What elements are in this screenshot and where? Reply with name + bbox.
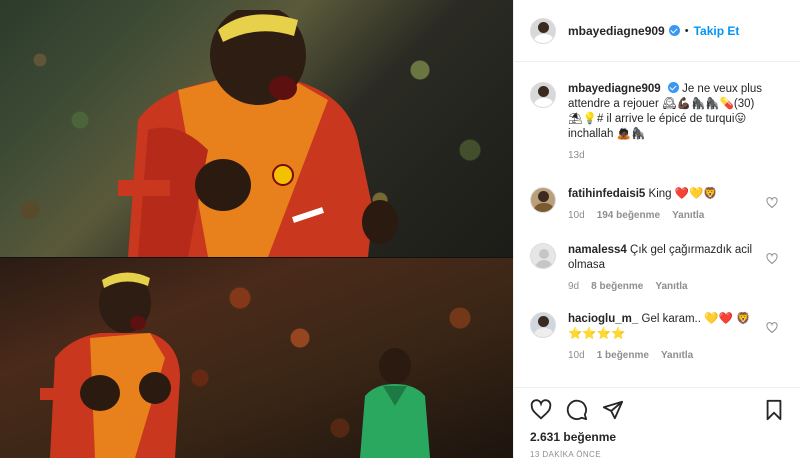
reply-button[interactable]: Yanıtla	[661, 350, 693, 361]
comment-likes[interactable]: 1 beğenme	[597, 350, 649, 361]
post-timestamp[interactable]: 13 DAKİKA ÖNCE	[530, 450, 785, 458]
comment-content: Gel karam..	[641, 313, 701, 325]
emoji-lightbulb-icon: 💡	[582, 113, 597, 125]
comment-time[interactable]: 10d	[568, 210, 585, 221]
caption-body: mbayediagne909 Je ne veux plus attendre …	[568, 82, 768, 161]
comment-icon[interactable]	[566, 399, 588, 421]
likes-count[interactable]: 2.631 beğenme	[530, 430, 785, 444]
reply-button[interactable]: Yanıtla	[672, 210, 704, 221]
goalkeeper	[360, 348, 430, 458]
comment-meta: 9d 8 beğenme Yanıtla	[568, 281, 768, 292]
verified-badge-icon	[668, 25, 680, 36]
comment-item: namaless4 Çık gel çağırmazdık acil olmas…	[530, 243, 784, 292]
emoji-bowing-person-icon: 🙇🏿	[616, 128, 631, 140]
post-photo-top	[0, 0, 513, 257]
comment-body: namaless4 Çık gel çağırmazdık acil olmas…	[568, 243, 768, 292]
comment-time[interactable]: 10d	[568, 350, 585, 361]
caption-text: mbayediagne909 Je ne veux plus attendre …	[568, 82, 768, 142]
emoji-tongue-face-icon: 😛	[734, 113, 747, 125]
comment-text: namaless4 Çık gel çağırmazdık acil olmas…	[568, 243, 768, 273]
comment-username[interactable]: namaless4	[568, 244, 627, 256]
emoji-clock-icon: 🕰	[662, 98, 677, 110]
comment-item: hacioglu_m_ Gel karam.. 💛❤️ 🦁 ⭐⭐⭐⭐ 10d 1 …	[530, 312, 784, 361]
emoji-yellow-heart-icon: 💛	[704, 313, 719, 325]
emoji-yellow-heart-icon: 💛	[689, 188, 704, 200]
avatar[interactable]	[530, 243, 556, 269]
comment-likes[interactable]: 8 beğenme	[591, 281, 643, 292]
save-bookmark-icon[interactable]	[763, 399, 785, 421]
post-photo[interactable]	[0, 0, 513, 458]
caption-username[interactable]: mbayediagne909	[568, 83, 661, 95]
emoji-red-heart-icon: ❤️	[674, 188, 690, 200]
comment-username[interactable]: fatihinfedaisi5	[568, 188, 645, 200]
share-paper-plane-icon[interactable]	[602, 399, 624, 421]
comment-likes[interactable]: 194 beğenme	[597, 210, 660, 221]
avatar[interactable]	[530, 17, 556, 44]
comment-item: fatihinfedaisi5 King ❤️💛🦁 10d 194 beğenm…	[530, 187, 784, 221]
post-photo-bottom	[0, 258, 513, 458]
action-icons	[530, 398, 785, 422]
separator-dot: •	[684, 24, 689, 37]
emoji-star-icon: ⭐⭐⭐⭐	[568, 328, 626, 340]
emoji-lion-icon: 🦁	[703, 188, 718, 200]
emoji-lion-icon: 🦁	[736, 313, 751, 325]
comment-username[interactable]: hacioglu_m_	[568, 313, 638, 325]
like-comment-heart-icon[interactable]	[766, 197, 778, 209]
post-actions: 2.631 beğenme 13 DAKİKA ÖNCE	[514, 387, 800, 458]
emoji-beach-umbrella-icon: ⛱	[568, 113, 583, 125]
player-celebrating	[118, 10, 398, 257]
comment-time[interactable]: 9d	[568, 281, 579, 292]
avatar[interactable]	[530, 312, 556, 338]
reply-button[interactable]: Yanıtla	[655, 281, 687, 292]
verified-badge-icon	[667, 82, 679, 93]
author-username[interactable]: mbayediagne909	[568, 24, 665, 38]
caption-text-part4: inchallah	[568, 128, 614, 140]
comment-text: hacioglu_m_ Gel karam.. 💛❤️ 🦁 ⭐⭐⭐⭐	[568, 312, 768, 342]
like-heart-icon[interactable]	[530, 399, 552, 421]
comments-list[interactable]: mbayediagne909 Je ne veux plus attendre …	[514, 62, 800, 387]
avatar[interactable]	[530, 82, 556, 108]
post-side-panel: mbayediagne909 • Takip Et mbayediagne909…	[513, 0, 800, 458]
post-header: mbayediagne909 • Takip Et	[514, 0, 800, 62]
emoji-pill-icon: 💊	[719, 98, 734, 110]
post-caption: mbayediagne909 Je ne veux plus attendre …	[530, 82, 784, 161]
like-comment-heart-icon[interactable]	[766, 253, 778, 265]
comment-meta: 10d 194 beğenme Yanıtla	[568, 210, 768, 221]
avatar[interactable]	[530, 187, 556, 213]
comment-body: fatihinfedaisi5 King ❤️💛🦁 10d 194 beğenm…	[568, 187, 768, 221]
comment-body: hacioglu_m_ Gel karam.. 💛❤️ 🦁 ⭐⭐⭐⭐ 10d 1 …	[568, 312, 768, 361]
caption-text-part3: # il arrive le épicé de turqui	[596, 113, 735, 125]
emoji-gorilla-icon: 🦍🦍	[690, 98, 720, 110]
comment-content: King	[648, 188, 672, 200]
comment-text: fatihinfedaisi5 King ❤️💛🦁	[568, 187, 768, 202]
player-celebrating	[40, 272, 180, 458]
caption-time[interactable]: 13d	[568, 150, 585, 161]
caption-text-part2: (30)	[733, 98, 755, 110]
comment-meta: 10d 1 beğenme Yanıtla	[568, 350, 768, 361]
emoji-gorilla-icon: 🦍	[630, 128, 646, 140]
follow-button[interactable]: Takip Et	[694, 24, 740, 38]
emoji-flexed-biceps-icon: 💪🏿	[676, 98, 691, 110]
like-comment-heart-icon[interactable]	[766, 322, 778, 334]
caption-meta: 13d	[568, 150, 768, 161]
emoji-red-heart-icon: ❤️	[718, 313, 733, 325]
